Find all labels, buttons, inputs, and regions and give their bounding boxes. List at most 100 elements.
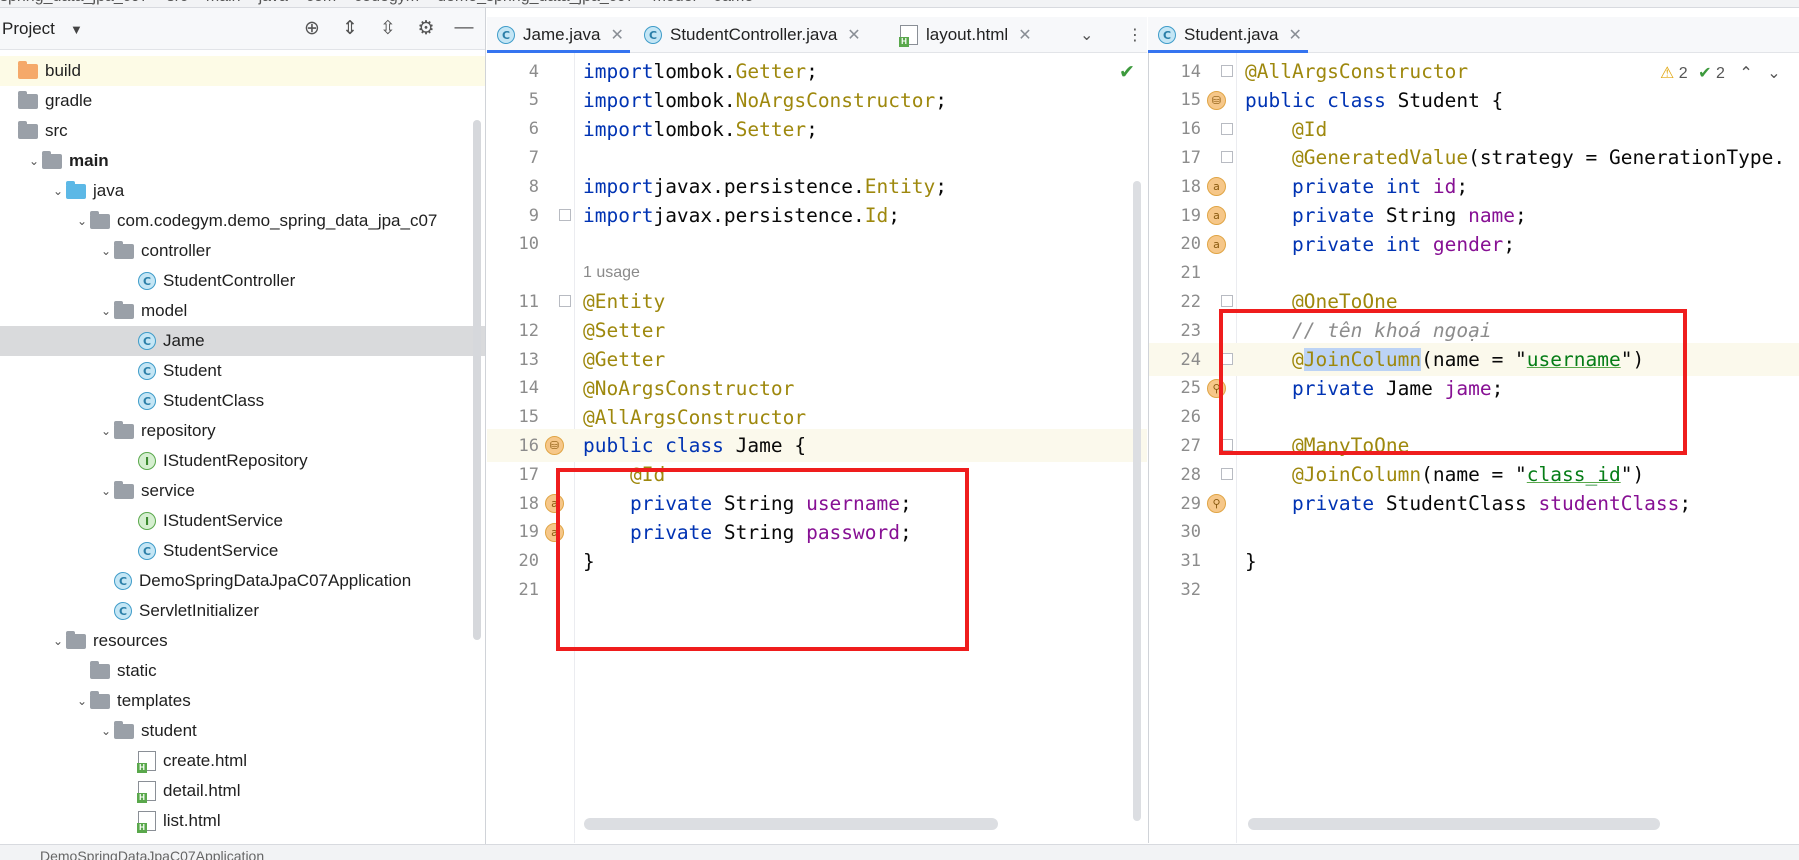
inspection-widget[interactable]: ⚠ 2 ✔ 2 ⌃ ⌄ xyxy=(1660,63,1781,83)
tree-item-templates[interactable]: ⌄ templates xyxy=(0,686,485,716)
fold-marker-icon[interactable] xyxy=(1221,122,1233,135)
fold-marker-icon[interactable] xyxy=(1221,151,1233,164)
breadcrumb-item[interactable]: Jame xyxy=(714,0,753,5)
project-panel-title[interactable]: Project xyxy=(2,19,55,39)
fold-marker-icon[interactable] xyxy=(1221,353,1233,365)
chevron-down-icon[interactable]: ⌄ xyxy=(26,154,42,168)
close-icon[interactable]: ✕ xyxy=(610,25,623,45)
tree-item-create-html[interactable]: create.html xyxy=(0,746,485,776)
chevron-down-icon[interactable]: ⌄ xyxy=(1080,25,1093,45)
tree-item-jame[interactable]: C Jame xyxy=(0,326,485,356)
code-line[interactable]: 32 xyxy=(1149,573,1799,606)
tab-student-java[interactable]: C Student.java ✕ xyxy=(1148,17,1308,53)
tree-item-service[interactable]: ⌄ service xyxy=(0,476,485,506)
chevron-down-icon[interactable]: ⌄ xyxy=(98,724,114,738)
code-token: ; xyxy=(900,492,912,515)
tab-studentcontroller-java[interactable]: C StudentController.java ✕ xyxy=(644,17,861,53)
fold-marker-icon[interactable] xyxy=(1221,65,1233,77)
editor-vertical-scrollbar[interactable] xyxy=(1133,181,1141,821)
run-config-label[interactable]: DemoSpringDataJpaC07Application xyxy=(40,848,264,860)
editor-student-java[interactable]: 14 @AllArgsConstructor 15 public class Stud… xyxy=(1148,53,1799,843)
usages-hint[interactable]: 1 usage xyxy=(583,264,640,282)
tree-item-servletinitializer[interactable]: C ServletInitializer xyxy=(0,596,485,626)
tree-item-resources[interactable]: ⌄ resources xyxy=(0,626,485,656)
fold-marker-icon[interactable] xyxy=(1221,295,1233,308)
tree-item-controller[interactable]: ⌄ controller xyxy=(0,236,485,266)
editor-jame-java[interactable]: 4 importlombok.Getter; 5 importlombok.NoArg… xyxy=(487,53,1147,843)
folder-icon xyxy=(90,660,110,679)
breadcrumb-item[interactable]: demo_spring_data_jpa_c07 xyxy=(437,0,634,5)
lombok-accessor-icon[interactable]: a xyxy=(545,494,564,513)
tree-item-main[interactable]: ⌄ main xyxy=(0,146,485,176)
chevron-down-icon[interactable]: ⌄ xyxy=(1767,65,1780,82)
tree-item-demospringdatajpac07application[interactable]: C DemoSpringDataJpaC07Application xyxy=(0,566,485,596)
chevron-down-icon[interactable]: ⌄ xyxy=(50,184,66,198)
fold-marker-icon[interactable] xyxy=(559,209,571,221)
folder-icon xyxy=(18,60,38,79)
chevron-up-icon[interactable]: ⌃ xyxy=(1739,65,1752,82)
breadcrumb-item[interactable]: java xyxy=(259,0,288,5)
tree-item-list-html[interactable]: list.html xyxy=(0,806,485,836)
breadcrumb-item[interactable]: main xyxy=(206,0,241,5)
tree-item-repository[interactable]: ⌄ repository xyxy=(0,416,485,446)
editor-horizontal-scrollbar[interactable] xyxy=(584,818,998,830)
lombok-accessor-icon[interactable]: a xyxy=(545,522,564,542)
code-token: username xyxy=(1526,348,1621,371)
fold-marker-icon[interactable] xyxy=(1221,468,1233,481)
tree-item-student[interactable]: ⌄ student xyxy=(0,716,485,746)
tree-item-detail-html[interactable]: detail.html xyxy=(0,776,485,806)
tree-item-student[interactable]: C Student xyxy=(0,356,485,386)
fold-marker-icon[interactable] xyxy=(1221,439,1233,452)
tree-item-com-codegym-demo-spring-data-jpa-c07[interactable]: ⌄ com.codegym.demo_spring_data_jpa_c07 xyxy=(0,206,485,236)
chevron-down-icon[interactable]: ⌄ xyxy=(98,244,114,258)
tab-jame-java[interactable]: C Jame.java ✕ xyxy=(487,17,630,53)
tree-item-label: IStudentRepository xyxy=(163,451,308,470)
chevron-down-icon[interactable]: ⌄ xyxy=(74,694,90,708)
tree-item-istudentrepository[interactable]: I IStudentRepository xyxy=(0,446,485,476)
tree-item-studentclass[interactable]: C StudentClass xyxy=(0,386,485,416)
tree-item-model[interactable]: ⌄ model xyxy=(0,296,485,326)
breadcrumb-item[interactable]: com xyxy=(306,0,336,5)
lombok-accessor-icon[interactable]: a xyxy=(1207,234,1226,254)
gear-icon[interactable]: ⚙ xyxy=(414,16,438,40)
lombok-accessor-icon[interactable]: ⛁ xyxy=(1207,90,1226,110)
breadcrumb-item[interactable]: model xyxy=(653,0,697,5)
close-icon[interactable]: ✕ xyxy=(1018,25,1031,45)
chevron-down-icon[interactable]: ⌄ xyxy=(74,214,90,228)
lombok-accessor-icon[interactable]: ⚲ xyxy=(1207,378,1226,398)
locate-target-icon[interactable]: ⊕ xyxy=(300,16,324,40)
lombok-accessor-icon[interactable]: ⚲ xyxy=(1207,494,1226,513)
project-tree-scrollbar[interactable] xyxy=(473,120,481,640)
chevron-down-icon[interactable]: ⌄ xyxy=(98,484,114,498)
fold-marker-icon[interactable] xyxy=(559,295,571,308)
tree-item-studentcontroller[interactable]: C StudentController xyxy=(0,266,485,296)
code-token: ; xyxy=(935,175,947,199)
code-line[interactable]: 21 xyxy=(487,573,1147,606)
breadcrumb-item[interactable]: codegym xyxy=(354,0,419,5)
chevron-down-icon[interactable]: ▼ xyxy=(70,22,83,37)
tree-item-istudentservice[interactable]: I IStudentService xyxy=(0,506,485,536)
tree-item-build[interactable]: build xyxy=(0,56,485,86)
chevron-down-icon[interactable]: ⌄ xyxy=(98,424,114,438)
editor-horizontal-scrollbar[interactable] xyxy=(1248,818,1660,830)
expand-all-icon[interactable]: ⇕ xyxy=(338,16,362,40)
tree-item-studentservice[interactable]: C StudentService xyxy=(0,536,485,566)
tree-item-static[interactable]: static xyxy=(0,656,485,686)
tab-layout-html[interactable]: layout.html ✕ xyxy=(899,17,1032,53)
tree-item-java[interactable]: ⌄ java xyxy=(0,176,485,206)
close-icon[interactable]: ✕ xyxy=(847,25,860,45)
tree-item-src[interactable]: src xyxy=(0,116,485,146)
breadcrumb-item[interactable]: spring_data_jpa_c07 xyxy=(0,0,149,5)
more-options-icon[interactable]: ⋮ xyxy=(1127,25,1143,45)
lombok-accessor-icon[interactable]: a xyxy=(1207,177,1226,197)
hide-panel-icon[interactable]: — xyxy=(452,16,476,40)
chevron-down-icon[interactable]: ⌄ xyxy=(98,304,114,318)
close-icon[interactable]: ✕ xyxy=(1289,25,1302,45)
tree-item-gradle[interactable]: gradle xyxy=(0,86,485,116)
collapse-all-icon[interactable]: ⇳ xyxy=(376,16,400,40)
breadcrumb-item[interactable]: src xyxy=(167,0,188,5)
chevron-down-icon[interactable]: ⌄ xyxy=(50,634,66,648)
check-icon[interactable]: ✔ xyxy=(1119,61,1135,84)
lombok-accessor-icon[interactable]: ⛁ xyxy=(545,436,564,456)
lombok-accessor-icon[interactable]: a xyxy=(1207,206,1226,225)
